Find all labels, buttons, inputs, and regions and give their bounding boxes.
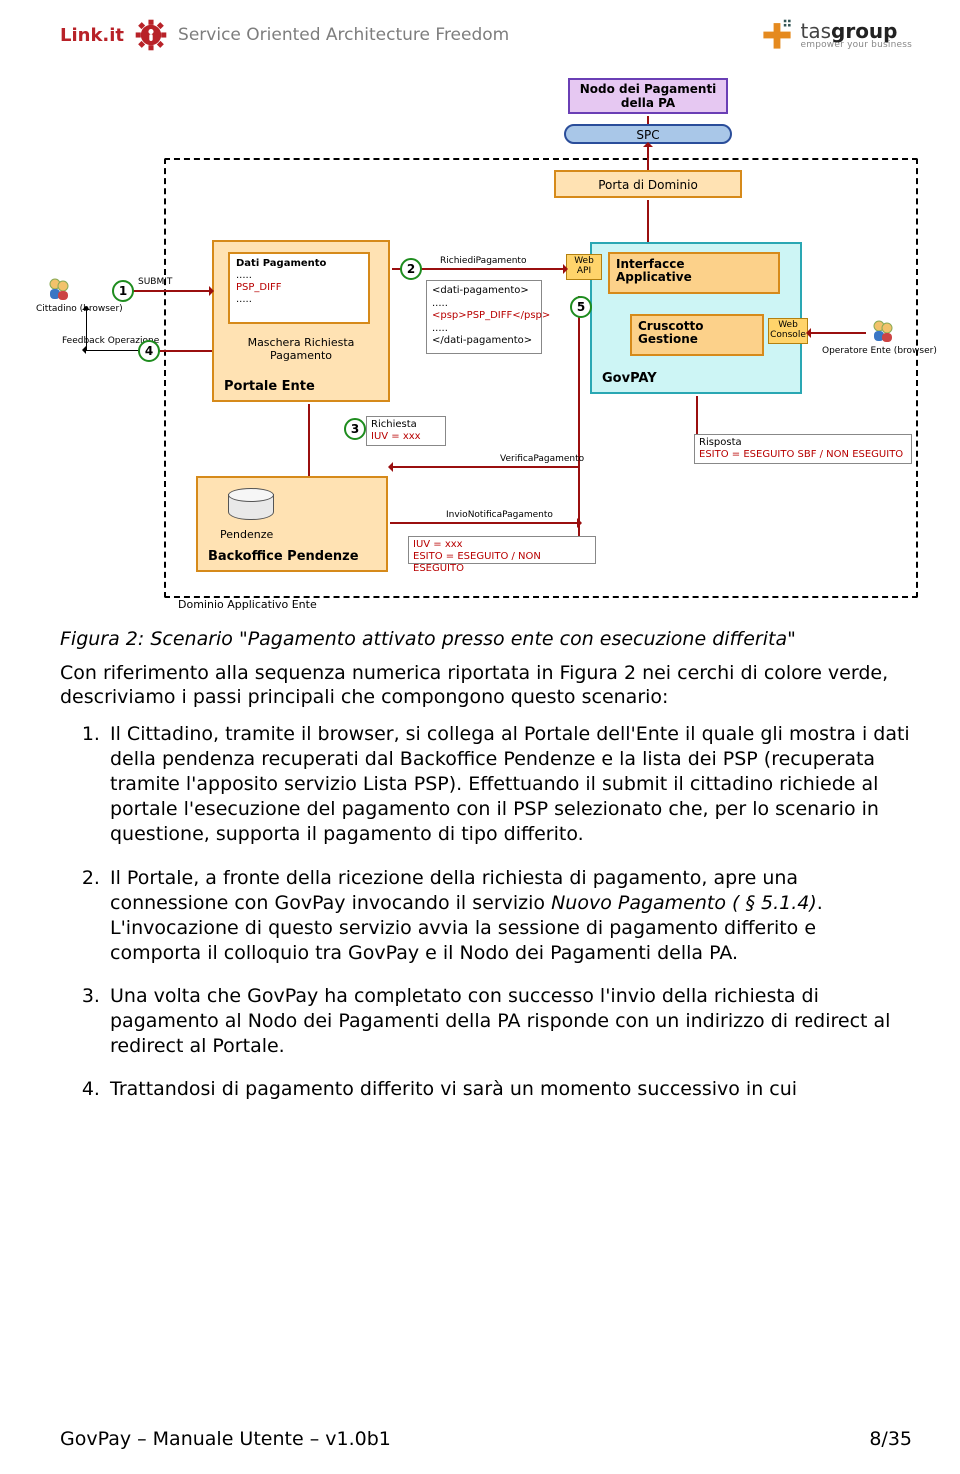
box-xml: <dati-pagamento> ..... <psp>PSP_DIFF</ps… xyxy=(426,280,542,354)
actor-operatore-icon xyxy=(870,318,896,344)
step-item-4: Trattandosi di pagamento differito vi sa… xyxy=(106,1077,912,1102)
box-backoffice: Backoffice Pendenze xyxy=(196,476,388,572)
step-2: 2 xyxy=(400,258,422,280)
steps-list: Il Cittadino, tramite il browser, si col… xyxy=(60,722,912,1102)
page-footer: GovPay – Manuale Utente – v1.0b1 8/35 xyxy=(60,1428,912,1450)
box-cruscotto: CruscottoGestione xyxy=(630,314,764,356)
step-4: 4 xyxy=(138,340,160,362)
step-5: 5 xyxy=(570,296,592,318)
xml-psp: <psp>PSP_DIFF</psp> xyxy=(432,310,536,323)
box-dati-pagamento: Dati Pagamento ..... PSP_DIFF ..... xyxy=(228,252,370,324)
tas-icon xyxy=(760,18,794,52)
note-notifica-esito: IUV = xxxESITO = ESEGUITO / NON ESEGUITO xyxy=(408,536,596,564)
portale-label: Portale Ente xyxy=(224,379,315,394)
step-item-1: Il Cittadino, tramite il browser, si col… xyxy=(106,722,912,847)
actor-cittadino-icon xyxy=(46,276,72,302)
tas-text: tasgroup empower your business xyxy=(800,21,912,50)
diagram-area: Nodo dei Pagamentidella PA SPC Porta di … xyxy=(60,78,912,618)
step-item-2: Il Portale, a fronte della ricezione del… xyxy=(106,866,912,966)
brand-linkit: Link.it xyxy=(60,25,124,46)
doc-header: Link.it Service Oriented Architecture Fr… xyxy=(60,18,912,52)
dominio-label: Dominio Applicativo Ente xyxy=(178,598,317,611)
lbl-operatore: Operatore Ente (browser) xyxy=(822,346,937,356)
govpay-label: GovPAY xyxy=(602,371,657,386)
li2-italic: Nuovo Pagamento ( § 5.1.4) xyxy=(551,892,817,914)
step-1: 1 xyxy=(112,280,134,302)
footer-right: 8/35 xyxy=(869,1428,912,1450)
figure-caption: Figura 2: Scenario "Pagamento attivato p… xyxy=(60,628,912,651)
tas-slogan: empower your business xyxy=(800,41,912,50)
tas-bold: group xyxy=(831,19,897,43)
maschera-label: Maschera RichiestaPagamento xyxy=(236,336,366,362)
xml-close: </dati-pagamento> xyxy=(432,335,536,348)
cog-icon xyxy=(134,18,168,52)
step-3: 3 xyxy=(344,418,366,440)
note-risposta: Risposta ESITO = ESEGUITO SBF / NON ESEG… xyxy=(694,434,912,464)
step-item-3: Una volta che GovPay ha completato con s… xyxy=(106,984,912,1059)
intro-paragraph: Con riferimento alla sequenza numerica r… xyxy=(60,661,912,710)
lbl-cittadino: Cittadino (browser) xyxy=(36,304,123,314)
tas-light: tas xyxy=(800,19,831,43)
footer-left: GovPay – Manuale Utente – v1.0b1 xyxy=(60,1428,391,1450)
header-left: Link.it Service Oriented Architecture Fr… xyxy=(60,18,509,52)
lbl-richiesta-pag: RichiediPagamento xyxy=(440,256,526,266)
note-richiesta-iuv: Richiesta IUV = xxx xyxy=(366,416,446,446)
backoffice-label: Backoffice Pendenze xyxy=(208,549,359,564)
psp-diff: PSP_DIFF xyxy=(236,282,362,294)
xml-open: <dati-pagamento> xyxy=(432,285,536,298)
db-icon xyxy=(228,488,274,520)
tas-logo: tasgroup empower your business xyxy=(760,18,912,52)
lbl-submit: SUBMIT xyxy=(138,277,172,287)
dati-title: Dati Pagamento xyxy=(236,258,362,270)
box-porta-dominio: Porta di Dominio xyxy=(554,170,742,198)
pendenze-label: Pendenze xyxy=(220,528,273,541)
lbl-invio-notifica: InvioNotificaPagamento xyxy=(446,510,553,520)
lbl-verifica: VerificaPagamento xyxy=(500,454,584,464)
box-interfacce: InterfacceApplicative xyxy=(608,252,780,294)
tagline: Service Oriented Architecture Freedom xyxy=(178,25,509,45)
box-nodo-pa: Nodo dei Pagamentidella PA xyxy=(568,78,728,114)
